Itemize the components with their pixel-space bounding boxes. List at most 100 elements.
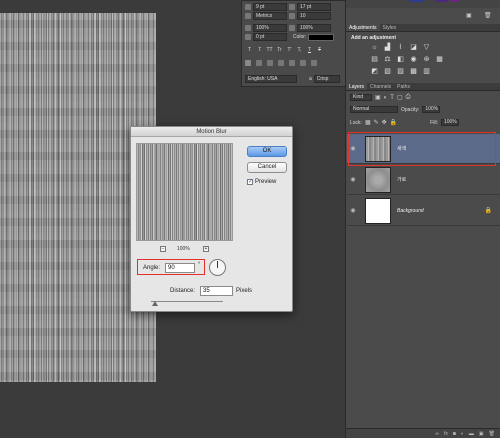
faux-italic-button[interactable]: T [255, 46, 264, 54]
fractions-icon[interactable] [311, 60, 317, 66]
exposure-icon[interactable]: ◪ [410, 44, 417, 51]
link-layers-icon[interactable]: ∞ [435, 431, 439, 437]
cancel-button[interactable]: Cancel [247, 162, 287, 173]
faux-bold-button[interactable]: T [245, 46, 254, 54]
trash-icon[interactable]: 🗑 [484, 12, 492, 19]
adjustment-layer-icon[interactable]: ◐ [461, 431, 464, 437]
preview-checkbox[interactable]: ✓ [247, 179, 253, 185]
kerning-icon [245, 13, 251, 19]
leading-field[interactable]: 17 pt [297, 3, 331, 11]
gradient-map-icon[interactable]: ▥ [423, 68, 430, 75]
antialias-select[interactable]: Crisp [313, 75, 340, 83]
lock-label: Lock: [350, 119, 362, 126]
layer-name[interactable]: 가로 [397, 176, 406, 183]
tracking-field[interactable]: 10 [297, 12, 331, 20]
tab-styles[interactable]: Styles [380, 24, 400, 31]
posterize-icon[interactable]: ▧ [384, 68, 391, 75]
ok-button[interactable]: OK [247, 146, 287, 157]
swash-icon[interactable] [267, 60, 273, 66]
tab-layers[interactable]: Layers [346, 83, 368, 90]
kind-filter-select[interactable]: Kind [350, 94, 372, 101]
levels-icon[interactable]: ▟ [384, 44, 391, 51]
filter-shape-icon[interactable]: ▢ [397, 94, 403, 101]
kerning-field[interactable]: Metrics [253, 12, 287, 20]
old-style-icon[interactable] [256, 60, 262, 66]
fx-icon[interactable]: fx [444, 431, 448, 437]
swatch-violet[interactable] [450, 0, 460, 2]
filter-smart-icon[interactable]: ⎙ [406, 94, 411, 101]
horizontal-scale-field[interactable]: 100% [297, 24, 331, 32]
layer-row[interactable]: ◉ Background 🔒 [347, 196, 500, 226]
blend-row: Normal Opacity: 100% [350, 106, 441, 113]
layer-row[interactable]: ◉ 가로 [347, 165, 500, 195]
lock-row: Lock: ▦ ✎ ✥ 🔒 Fill: 100% [350, 119, 459, 126]
channel-mixer-icon[interactable]: ⊛ [423, 56, 430, 63]
vertical-scale-field[interactable]: 100% [253, 24, 287, 32]
delete-layer-icon[interactable]: 🗑 [489, 431, 495, 437]
baseline-shift-field[interactable]: 0 pt [253, 33, 287, 41]
vertical-scale-icon [245, 25, 251, 31]
filter-type-icon[interactable]: T [390, 95, 394, 101]
lock-transparency-icon[interactable]: ▦ [365, 119, 371, 126]
new-swatch-icon[interactable]: ▣ [466, 12, 472, 19]
swatch-blue[interactable] [410, 0, 424, 2]
photo-filter-icon[interactable]: ◉ [410, 56, 417, 63]
group-icon[interactable]: ▬ [469, 431, 474, 437]
blend-mode-select[interactable]: Normal [350, 106, 398, 113]
threshold-icon[interactable]: ▨ [397, 68, 404, 75]
motion-blur-dialog: Motion Blur OK Cancel ✓ Preview − 100% +… [130, 126, 293, 312]
distance-slider-track[interactable] [151, 301, 223, 302]
baseline-shift-icon [245, 34, 251, 40]
ordinals-icon[interactable] [300, 60, 306, 66]
layer-name[interactable]: Background [397, 208, 424, 214]
angle-highlight-box [137, 259, 205, 275]
filter-adjustment-icon[interactable]: ◐ [384, 95, 388, 101]
lock-position-icon[interactable]: ✥ [382, 119, 387, 126]
distance-input[interactable]: 35 [200, 286, 233, 296]
superscript-button[interactable]: T' [285, 46, 294, 54]
preview-option: ✓ Preview [247, 179, 276, 185]
lock-image-icon[interactable]: ✎ [374, 119, 379, 126]
new-layer-icon[interactable]: ▣ [479, 431, 484, 437]
hue-saturation-icon[interactable]: ▤ [371, 56, 378, 63]
opacity-field[interactable]: 100% [422, 106, 441, 113]
alternates-icon[interactable] [278, 60, 284, 66]
curves-icon[interactable]: ⌇ [397, 44, 404, 51]
black-white-icon[interactable]: ◧ [397, 56, 404, 63]
tab-paths[interactable]: Paths [394, 83, 413, 90]
filter-pixel-icon[interactable]: ▣ [375, 94, 381, 101]
angle-dial[interactable] [209, 259, 226, 276]
zoom-level: 100% [177, 246, 190, 252]
brightness-contrast-icon[interactable]: ☼ [371, 44, 378, 51]
color-balance-icon[interactable]: ⚖ [384, 56, 391, 63]
distance-label: Distance: [170, 288, 196, 294]
titling-icon[interactable] [289, 60, 295, 66]
visibility-eye-icon[interactable]: ◉ [347, 207, 359, 214]
fill-field[interactable]: 100% [440, 119, 459, 126]
subscript-button[interactable]: T, [295, 46, 304, 54]
invert-icon[interactable]: ◩ [371, 68, 378, 75]
underline-button[interactable]: T [305, 46, 314, 54]
visibility-eye-icon[interactable]: ◉ [347, 176, 359, 183]
tab-adjustments[interactable]: Adjustments [346, 24, 380, 31]
lock-icon: 🔒 [484, 208, 492, 214]
font-size-field[interactable]: 9 pt [253, 3, 287, 11]
mask-icon[interactable]: ◙ [453, 431, 456, 437]
tab-channels[interactable]: Channels [367, 83, 394, 90]
strikethrough-button[interactable]: T [315, 46, 324, 54]
zoom-in-button[interactable]: + [203, 246, 209, 252]
swatch-purple[interactable] [436, 0, 448, 2]
color-lookup-icon[interactable]: ▦ [436, 56, 443, 63]
zoom-out-button[interactable]: − [160, 246, 166, 252]
language-select[interactable]: English: USA [245, 75, 297, 83]
ligature-icon[interactable] [245, 60, 251, 66]
vibrance-icon[interactable]: ▽ [423, 44, 430, 51]
text-color-swatch[interactable] [308, 33, 335, 41]
small-caps-button[interactable]: Tr [275, 46, 284, 54]
filter-preview[interactable] [136, 143, 233, 241]
selective-color-icon[interactable]: ▩ [410, 68, 417, 75]
all-caps-button[interactable]: TT [265, 46, 274, 54]
distance-unit: Pixels [236, 288, 253, 294]
distance-slider-handle[interactable] [152, 301, 158, 306]
lock-all-icon[interactable]: 🔒 [390, 119, 397, 126]
